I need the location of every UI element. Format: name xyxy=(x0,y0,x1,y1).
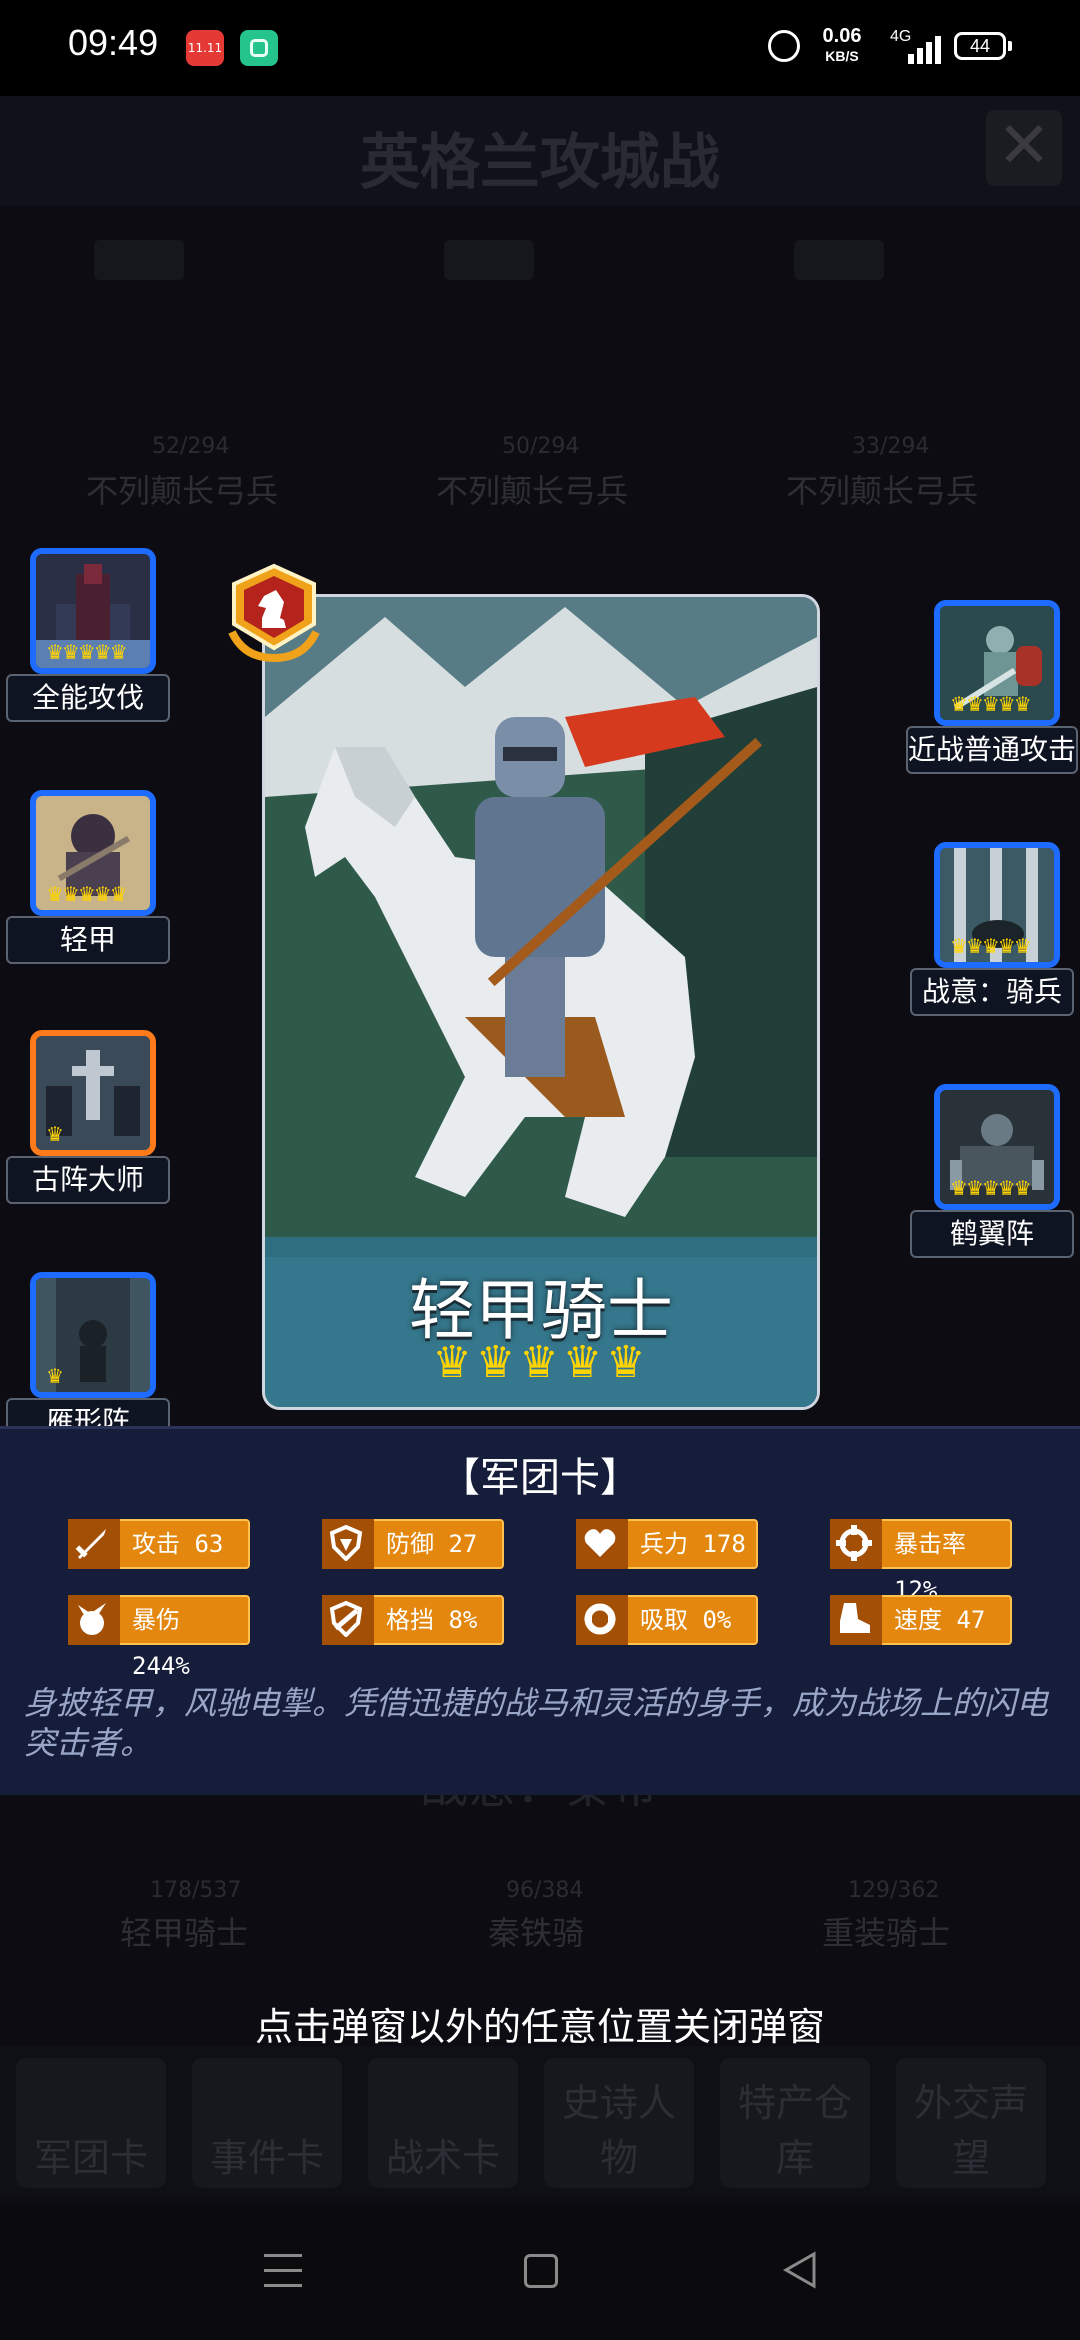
stat-defense: 防御 27 xyxy=(322,1519,504,1569)
skill-label: 鹤翼阵 xyxy=(910,1210,1074,1258)
card-rank-crowns: ♛♛♛♛♛ xyxy=(432,1337,650,1388)
ancient-formation-icon: ♛ xyxy=(30,1030,156,1156)
stat-block: 格挡 8% xyxy=(322,1595,504,1645)
sword-knight-icon: ♛♛♛♛♛ xyxy=(934,600,1060,726)
card-info-panel: 【军团卡】 攻击 63 防御 27 兵力 178 暴击率 12% 暴伤 244%… xyxy=(0,1426,1080,1795)
card-type-title: 【军团卡】 xyxy=(440,1455,640,1501)
unit-stat: 96/384 xyxy=(506,1878,584,1903)
chess-knight-badge-icon xyxy=(228,563,320,662)
knight-formation-icon: ♛ xyxy=(30,1272,156,1398)
heart-icon xyxy=(576,1519,628,1569)
alarm-icon xyxy=(768,30,800,62)
unit-name: 秦铁骑 xyxy=(488,1914,585,1952)
unit-stat: 178/537 xyxy=(150,1878,242,1903)
close-icon[interactable]: ✕ xyxy=(986,110,1062,186)
menu-icon[interactable] xyxy=(264,2254,302,2288)
unit-card[interactable]: 轻甲骑士 ♛♛♛♛♛ xyxy=(262,594,820,1410)
column-header xyxy=(794,240,884,280)
hooded-warrior-icon: ♛♛♛♛♛ xyxy=(30,790,156,916)
unit-stat: 50/294 xyxy=(502,434,580,459)
cavalry-spirit-icon: ♛♛♛♛♛ xyxy=(934,842,1060,968)
crane-wing-formation-icon: ♛♛♛♛♛ xyxy=(934,1084,1060,1210)
skill-label: 战意：骑兵 xyxy=(910,968,1074,1016)
unit-stat: 33/294 xyxy=(852,434,930,459)
dismiss-hint: 点击弹窗以外的任意位置关闭弹窗 xyxy=(254,2005,825,2049)
status-time: 09:49 xyxy=(68,22,159,63)
block-icon xyxy=(322,1595,374,1645)
nav-epic-characters[interactable]: 史诗人物 xyxy=(544,2058,694,2188)
shield-icon xyxy=(322,1519,374,1569)
messaging-app-icon xyxy=(240,30,278,66)
skill-label: 古阵大师 xyxy=(6,1156,170,1204)
nav-specialty-warehouse[interactable]: 特产仓库 xyxy=(720,2058,870,2188)
home-icon[interactable] xyxy=(524,2254,558,2288)
unit-stat: 52/294 xyxy=(152,434,230,459)
skill-label: 全能攻伐 xyxy=(6,674,170,722)
unit-name: 不列颠长弓兵 xyxy=(786,472,979,510)
page-title: 英格兰攻城战 xyxy=(360,128,720,198)
title-bar: 英格兰攻城战 ✕ xyxy=(0,96,1080,206)
unit-name: 重装骑士 xyxy=(822,1914,951,1952)
card-description: 身披轻甲，风驰电掣。凭借迅捷的战马和灵活的身手，成为战场上的闪电突击者。 xyxy=(24,1684,1049,1762)
signal-icon xyxy=(900,34,941,64)
column-header xyxy=(94,240,184,280)
battery-icon: 44 xyxy=(954,32,1012,60)
stat-crit-damage: 暴伤 244% xyxy=(68,1595,250,1680)
nav-legion-cards[interactable]: 军团卡 xyxy=(16,2058,166,2188)
network-speed: 0.06 KB/S xyxy=(822,25,862,64)
unit-name: 不列颠长弓兵 xyxy=(86,472,279,510)
stat-troops: 兵力 178 xyxy=(576,1519,758,1569)
boot-icon xyxy=(830,1595,882,1645)
unit-stat: 129/362 xyxy=(848,1878,940,1903)
stat-absorb: 吸取 0% xyxy=(576,1595,758,1645)
back-icon[interactable] xyxy=(780,2250,820,2290)
castle-icon: ♛♛♛♛♛ xyxy=(30,548,156,674)
nav-event-cards[interactable]: 事件卡 xyxy=(192,2058,342,2188)
absorb-icon xyxy=(576,1595,628,1645)
bottom-game-nav: 军团卡 事件卡 战术卡 史诗人物 特产仓库 外交声望 xyxy=(0,2046,1080,2196)
sword-icon xyxy=(68,1519,120,1569)
skill-label: 轻甲 xyxy=(6,916,170,964)
shopping-app-icon: 11.11 xyxy=(186,30,224,66)
unit-name: 轻甲骑士 xyxy=(120,1914,249,1952)
crosshair-icon xyxy=(830,1519,882,1569)
skill-label: 近战普通攻击 xyxy=(906,726,1078,774)
nav-diplomacy[interactable]: 外交声望 xyxy=(896,2058,1046,2188)
burst-icon xyxy=(68,1595,120,1645)
stat-speed: 速度 47 xyxy=(830,1595,1012,1645)
nav-tactic-cards[interactable]: 战术卡 xyxy=(368,2058,518,2188)
stat-crit-rate: 暴击率 12% xyxy=(830,1519,1012,1604)
stat-attack: 攻击 63 xyxy=(68,1519,250,1569)
system-navigation-bar xyxy=(0,2206,1080,2340)
column-header xyxy=(444,240,534,280)
unit-name: 不列颠长弓兵 xyxy=(436,472,629,510)
status-bar: 09:49 11.11 0.06 KB/S 4G 44 xyxy=(0,0,1080,96)
